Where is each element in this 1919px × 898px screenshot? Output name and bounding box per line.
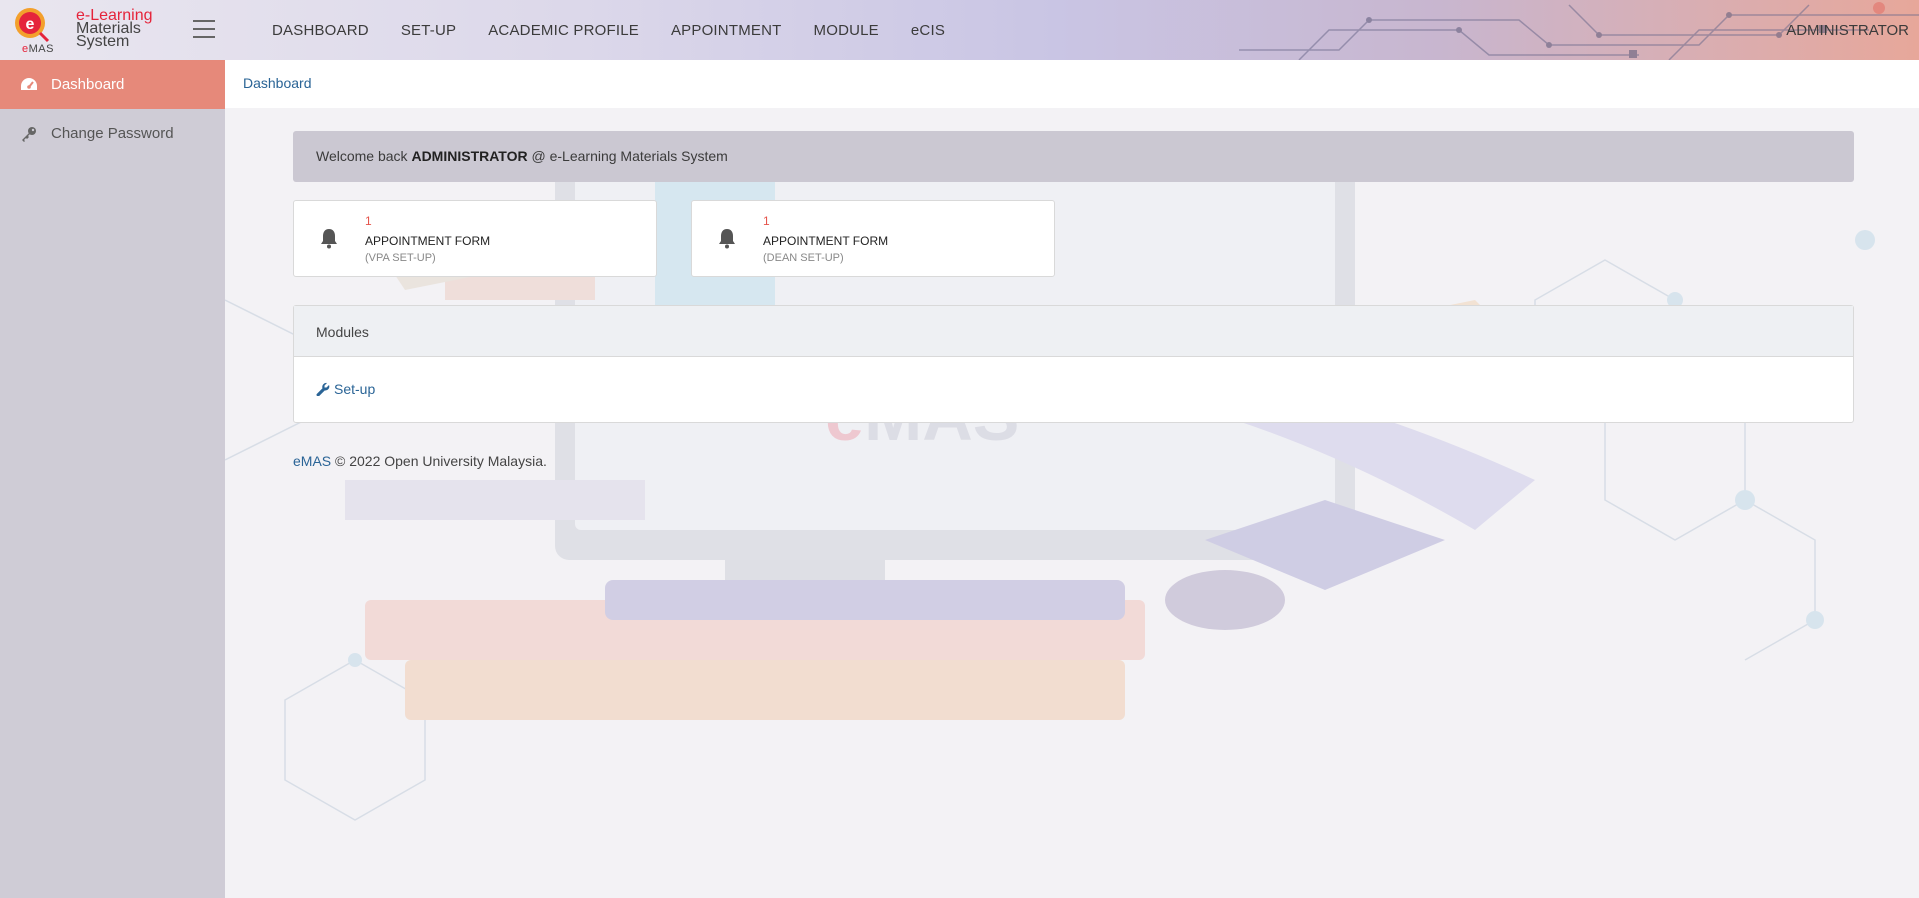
wrench-icon — [316, 382, 330, 396]
sidebar: Dashboard Change Password — [0, 60, 225, 898]
modules-panel-heading: Modules — [294, 306, 1853, 357]
card-subtitle: (DEAN SET-UP) — [763, 252, 844, 264]
breadcrumb: Dashboard — [225, 60, 1919, 108]
sidebar-item-change-password[interactable]: Change Password — [0, 109, 225, 158]
footer-emas-link[interactable]: eMAS — [293, 453, 331, 469]
nav-set-up[interactable]: SET-UP — [385, 22, 472, 39]
modules-panel: Modules Set-up — [293, 305, 1854, 423]
user-menu[interactable]: ADMINISTRATOR — [1786, 22, 1909, 39]
top-navbar: e eMAS e-Learning Materials System DASHB… — [0, 0, 1919, 60]
modules-panel-body: Set-up — [294, 357, 1853, 423]
set-up-module-link[interactable]: Set-up — [316, 381, 375, 397]
background-illustration: eMAS — [225, 140, 1875, 821]
appointment-form-dean-card[interactable]: 1 APPOINTMENT FORM (DEAN SET-UP) — [691, 200, 1055, 277]
nav-academic-profile[interactable]: ACADEMIC PROFILE — [472, 22, 655, 39]
bell-icon — [719, 229, 735, 249]
logo-line-3: System — [76, 33, 130, 50]
sidebar-item-label: Dashboard — [51, 76, 125, 93]
welcome-banner: Welcome back ADMINISTRATOR @ e-Learning … — [293, 131, 1854, 182]
nav-appointment[interactable]: APPOINTMENT — [655, 22, 798, 39]
emas-logo-icon: e — [15, 8, 50, 43]
card-subtitle: (VPA SET-UP) — [365, 252, 436, 264]
svg-text:e: e — [26, 16, 35, 33]
set-up-link-label: Set-up — [334, 381, 376, 397]
nav-module[interactable]: MODULE — [798, 22, 895, 39]
welcome-user: ADMINISTRATOR — [411, 148, 528, 164]
nav-ecis[interactable]: eCIS — [895, 22, 961, 39]
sidebar-toggle-menu-icon[interactable] — [193, 20, 215, 38]
nav-dashboard[interactable]: DASHBOARD — [256, 22, 385, 39]
welcome-prefix: Welcome back — [316, 148, 408, 164]
footer-copyright: © 2022 Open University Malaysia. — [335, 453, 547, 469]
logo-short-name: eMAS — [22, 43, 54, 55]
emas-logo[interactable]: e eMAS e-Learning Materials System — [10, 5, 170, 55]
card-count: 1 — [365, 214, 372, 228]
card-count: 1 — [763, 214, 770, 228]
sidebar-item-label: Change Password — [51, 125, 174, 142]
main-content: eMAS Dashboard Welcome back ADMINISTRATO… — [225, 60, 1919, 898]
breadcrumb-dashboard-link[interactable]: Dashboard — [243, 75, 312, 91]
bell-icon — [321, 229, 337, 249]
key-icon — [19, 124, 39, 144]
dashboard-gauge-icon — [19, 75, 39, 95]
logo-text: e-Learning Materials System — [76, 8, 153, 50]
main-navigation: DASHBOARD SET-UP ACADEMIC PROFILE APPOIN… — [256, 0, 961, 60]
card-title: APPOINTMENT FORM — [763, 234, 889, 248]
card-title: APPOINTMENT FORM — [365, 234, 491, 248]
footer: eMAS © 2022 Open University Malaysia. — [293, 453, 547, 469]
sidebar-item-dashboard[interactable]: Dashboard — [0, 60, 225, 109]
appointment-form-vpa-card[interactable]: 1 APPOINTMENT FORM (VPA SET-UP) — [293, 200, 657, 277]
welcome-suffix: @ e-Learning Materials System — [531, 148, 728, 164]
